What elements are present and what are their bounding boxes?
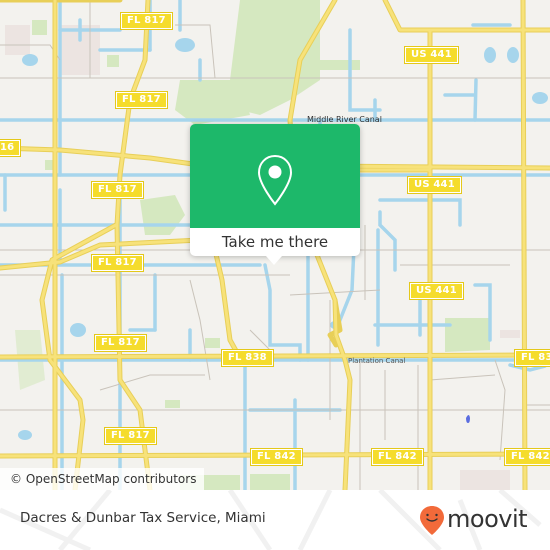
road-shield: FL 842: [250, 448, 303, 466]
road-shield: US 441: [407, 176, 462, 194]
map-pin-icon: [257, 154, 293, 206]
footer-bar: Dacres & Dunbar Tax Service, Miami moovi…: [0, 490, 550, 550]
road-shield: FL 838: [221, 349, 274, 367]
road-shield: FL 817: [91, 181, 144, 199]
road-shield: FL 842: [504, 448, 550, 466]
road-shield: FL 817: [91, 254, 144, 272]
moovit-pin-logo-icon: [420, 506, 444, 535]
road-shield: US 441: [409, 282, 464, 300]
place-label: Middle River Canal: [307, 115, 382, 124]
road-shield: FL 817: [120, 12, 173, 30]
take-me-there-button[interactable]: Take me there: [190, 228, 360, 256]
road-shield: FL 817: [115, 91, 168, 109]
map[interactable]: FL 817 FL 817 FL 817 FL 817 FL 817 FL 81…: [0, 0, 550, 490]
road-shield: FL 842: [371, 448, 424, 466]
moovit-wordmark: moovit: [447, 505, 528, 533]
water-marker: [466, 415, 470, 423]
place-label: Plantation Canal: [348, 357, 406, 365]
location-popup: Take me there: [190, 124, 360, 265]
place-name: Dacres & Dunbar Tax Service, Miami: [20, 510, 266, 526]
popup-header: [190, 124, 360, 228]
road-shield: FL 817: [94, 334, 147, 352]
road-shield: 16: [0, 139, 22, 157]
map-attribution[interactable]: © OpenStreetMap contributors: [0, 468, 205, 490]
popup-pointer: [266, 256, 282, 265]
road-shield: FL 817: [104, 427, 157, 445]
road-shield: US 441: [404, 46, 459, 64]
road-shield: FL 838: [514, 349, 550, 367]
